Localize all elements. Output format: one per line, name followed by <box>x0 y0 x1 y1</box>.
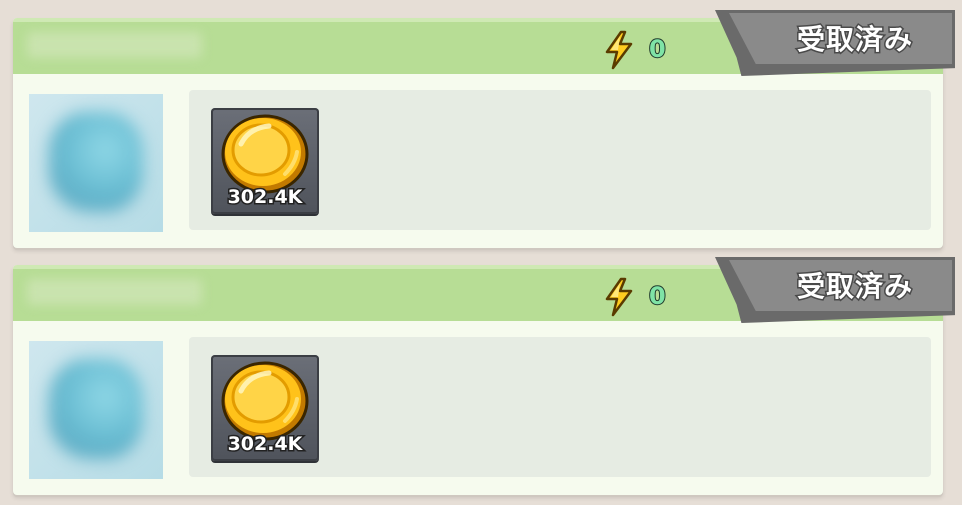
mission-card: 0 受取済み 302.4K <box>13 257 955 495</box>
gold-coin-icon <box>221 114 309 194</box>
reward-amount: 302.4K <box>226 432 304 457</box>
reward-amount: 302.4K <box>226 185 304 210</box>
energy-value: 0 <box>648 281 667 311</box>
mission-title-blurred <box>27 32 202 58</box>
claimed-badge: 受取済み <box>715 257 955 323</box>
mission-title-blurred <box>27 279 202 305</box>
mission-thumbnail <box>29 341 163 479</box>
rewards-panel: 302.4K <box>189 90 931 230</box>
claimed-label: 受取済み <box>795 269 913 305</box>
energy-value: 0 <box>648 34 667 64</box>
claimed-label: 受取済み <box>795 22 913 58</box>
claimed-badge: 受取済み <box>715 10 955 76</box>
lightning-icon <box>605 30 633 70</box>
rewards-panel: 302.4K <box>189 337 931 477</box>
reward-item[interactable]: 302.4K <box>211 108 319 214</box>
thumbnail-image-blurred <box>49 112 143 212</box>
mission-thumbnail <box>29 94 163 232</box>
gold-coin-icon <box>221 361 309 441</box>
thumbnail-image-blurred <box>49 359 143 459</box>
reward-item[interactable]: 302.4K <box>211 355 319 461</box>
lightning-icon <box>605 277 633 317</box>
mission-card: 0 受取済み 302.4K <box>13 10 955 248</box>
